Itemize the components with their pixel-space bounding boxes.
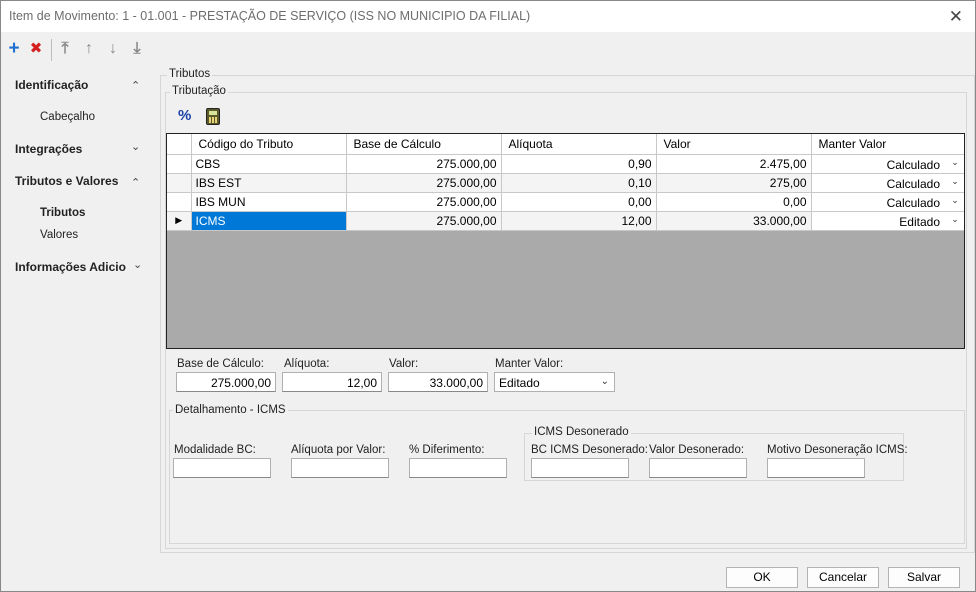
add-icon[interactable]: + bbox=[5, 39, 23, 58]
cell-base[interactable]: 275.000,00 bbox=[346, 154, 502, 174]
cell-aliquota[interactable]: 0,00 bbox=[501, 192, 657, 212]
delete-icon[interactable]: ✖ bbox=[27, 40, 45, 58]
cell-manter-value: Calculado bbox=[886, 157, 940, 172]
bc-icms-desonerado-input[interactable] bbox=[531, 458, 629, 478]
tributos-grid: Código do Tributo Base de Cálculo Alíquo… bbox=[166, 133, 965, 349]
modalidade-bc-input[interactable] bbox=[173, 458, 271, 478]
valor-desonerado-label: Valor Desonerado: bbox=[649, 444, 745, 456]
chevron-up-icon[interactable]: ⌃ bbox=[131, 79, 140, 92]
valor-input[interactable]: 33.000,00 bbox=[388, 372, 488, 392]
chevron-down-icon[interactable]: ⌄ bbox=[131, 140, 140, 153]
cell-valor[interactable]: 33.000,00 bbox=[656, 211, 812, 231]
cell-valor[interactable]: 275,00 bbox=[656, 173, 812, 193]
row-indicator-header bbox=[167, 134, 192, 155]
valor-desonerado-input[interactable] bbox=[649, 458, 747, 478]
column-header-base[interactable]: Base de Cálculo bbox=[346, 134, 502, 155]
diferimento-input[interactable] bbox=[409, 458, 507, 478]
nav-section-informacoes-adicionais[interactable]: Informações Adicio bbox=[15, 260, 126, 274]
nav-item-cabecalho[interactable]: Cabeçalho bbox=[40, 111, 95, 123]
toolbar-separator bbox=[51, 39, 52, 61]
table-row[interactable]: IBS EST 275.000,00 0,10 275,00 Calculado… bbox=[167, 173, 964, 193]
chevron-down-icon[interactable]: ⌄ bbox=[601, 376, 609, 387]
row-indicator bbox=[167, 173, 192, 193]
percent-calc-icon[interactable]: % bbox=[178, 107, 196, 125]
bc-icms-desonerado-label: BC ICMS Desonerado: bbox=[531, 444, 648, 456]
calculator-icon[interactable] bbox=[206, 108, 220, 125]
nav-item-tributos[interactable]: Tributos bbox=[40, 207, 85, 219]
cancel-button[interactable]: Cancelar bbox=[807, 567, 879, 588]
diferimento-label: % Diferimento: bbox=[409, 444, 485, 456]
move-first-icon[interactable]: ⤒ bbox=[56, 40, 74, 58]
cell-manter-value: Calculado bbox=[886, 176, 940, 191]
column-header-aliquota[interactable]: Alíquota bbox=[501, 134, 657, 155]
nav-section-integracoes[interactable]: Integrações bbox=[15, 142, 82, 156]
cell-base[interactable]: 275.000,00 bbox=[346, 192, 502, 212]
close-icon[interactable]: ✕ bbox=[949, 7, 963, 27]
window-title: Item de Movimento: 1 - 01.001 - PRESTAÇÃ… bbox=[9, 9, 531, 23]
cell-manter[interactable]: Calculado ⌄ bbox=[811, 154, 964, 174]
cell-aliquota[interactable]: 0,10 bbox=[501, 173, 657, 193]
chevron-down-icon[interactable]: ⌄ bbox=[948, 195, 962, 206]
toolbar: + ✖ ⤒ ↑ ↓ ⤓ bbox=[1, 33, 975, 63]
cell-valor[interactable]: 0,00 bbox=[656, 192, 812, 212]
cell-codigo[interactable]: CBS bbox=[191, 154, 347, 174]
cell-manter[interactable]: Editado ⌄ bbox=[811, 211, 964, 231]
valor-label: Valor: bbox=[389, 358, 419, 370]
nav-section-tributos-valores[interactable]: Tributos e Valores bbox=[15, 174, 118, 188]
manter-valor-select[interactable]: Editado ⌄ bbox=[494, 372, 615, 392]
cell-codigo[interactable]: IBS MUN bbox=[191, 192, 347, 212]
cell-base[interactable]: 275.000,00 bbox=[346, 173, 502, 193]
cell-manter-value: Calculado bbox=[886, 195, 940, 210]
column-header-manter[interactable]: Manter Valor bbox=[811, 134, 964, 155]
dialog-window: Item de Movimento: 1 - 01.001 - PRESTAÇÃ… bbox=[0, 0, 976, 592]
cell-base[interactable]: 275.000,00 bbox=[346, 211, 502, 231]
move-down-icon[interactable]: ↓ bbox=[104, 40, 122, 58]
nav-item-valores[interactable]: Valores bbox=[40, 229, 78, 241]
motivo-desoneracao-label: Motivo Desoneração ICMS: bbox=[767, 444, 908, 456]
cell-aliquota[interactable]: 12,00 bbox=[501, 211, 657, 231]
chevron-down-icon[interactable]: ⌄ bbox=[948, 176, 962, 187]
table-row[interactable]: IBS MUN 275.000,00 0,00 0,00 Calculado ⌄ bbox=[167, 192, 964, 212]
cell-manter[interactable]: Calculado ⌄ bbox=[811, 173, 964, 193]
chevron-up-icon[interactable]: ⌃ bbox=[131, 176, 140, 189]
cell-manter[interactable]: Calculado ⌄ bbox=[811, 192, 964, 212]
cell-valor[interactable]: 2.475,00 bbox=[656, 154, 812, 174]
aliquota-input[interactable]: 12,00 bbox=[282, 372, 382, 392]
aliquota-label: Alíquota: bbox=[284, 358, 330, 370]
cell-manter-value: Editado bbox=[899, 214, 940, 229]
column-header-valor[interactable]: Valor bbox=[656, 134, 812, 155]
detalhamento-legend: Detalhamento - ICMS bbox=[173, 404, 288, 416]
modalidade-bc-label: Modalidade BC: bbox=[174, 444, 256, 456]
cell-codigo[interactable]: IBS EST bbox=[191, 173, 347, 193]
manter-valor-label: Manter Valor: bbox=[495, 358, 564, 370]
chevron-down-icon[interactable]: ⌄ bbox=[948, 157, 962, 168]
aliquota-por-valor-label: Alíquota por Valor: bbox=[291, 444, 386, 456]
chevron-down-icon[interactable]: ⌄ bbox=[948, 214, 962, 225]
tributacao-legend: Tributação bbox=[170, 85, 228, 97]
base-calculo-label: Base de Cálculo: bbox=[177, 358, 264, 370]
cell-codigo[interactable]: ICMS bbox=[191, 211, 347, 231]
title-bar: Item de Movimento: 1 - 01.001 - PRESTAÇÃ… bbox=[1, 1, 975, 32]
table-header-row: Código do Tributo Base de Cálculo Alíquo… bbox=[167, 134, 964, 155]
motivo-desoneracao-input[interactable] bbox=[767, 458, 865, 478]
chevron-down-icon[interactable]: ⌄ bbox=[133, 258, 142, 271]
move-up-icon[interactable]: ↑ bbox=[80, 40, 98, 58]
manter-valor-selected: Editado bbox=[499, 376, 540, 390]
row-indicator bbox=[167, 154, 192, 174]
aliquota-por-valor-input[interactable] bbox=[291, 458, 389, 478]
table-row-selected[interactable]: ▶ ICMS 275.000,00 12,00 33.000,00 Editad… bbox=[167, 211, 964, 231]
tributos-legend: Tributos bbox=[167, 68, 213, 80]
move-last-icon[interactable]: ⤓ bbox=[128, 40, 146, 58]
current-row-indicator-icon: ▶ bbox=[167, 211, 192, 231]
base-calculo-input[interactable]: 275.000,00 bbox=[176, 372, 276, 392]
icms-desonerado-legend: ICMS Desonerado bbox=[532, 426, 631, 438]
cell-aliquota[interactable]: 0,90 bbox=[501, 154, 657, 174]
table-row[interactable]: CBS 275.000,00 0,90 2.475,00 Calculado ⌄ bbox=[167, 154, 964, 174]
ok-button[interactable]: OK bbox=[726, 567, 798, 588]
save-button[interactable]: Salvar bbox=[888, 567, 960, 588]
row-indicator bbox=[167, 192, 192, 212]
tributos-table: Código do Tributo Base de Cálculo Alíquo… bbox=[167, 134, 964, 231]
column-header-codigo[interactable]: Código do Tributo bbox=[191, 134, 347, 155]
nav-section-identificacao[interactable]: Identificação bbox=[15, 78, 88, 92]
